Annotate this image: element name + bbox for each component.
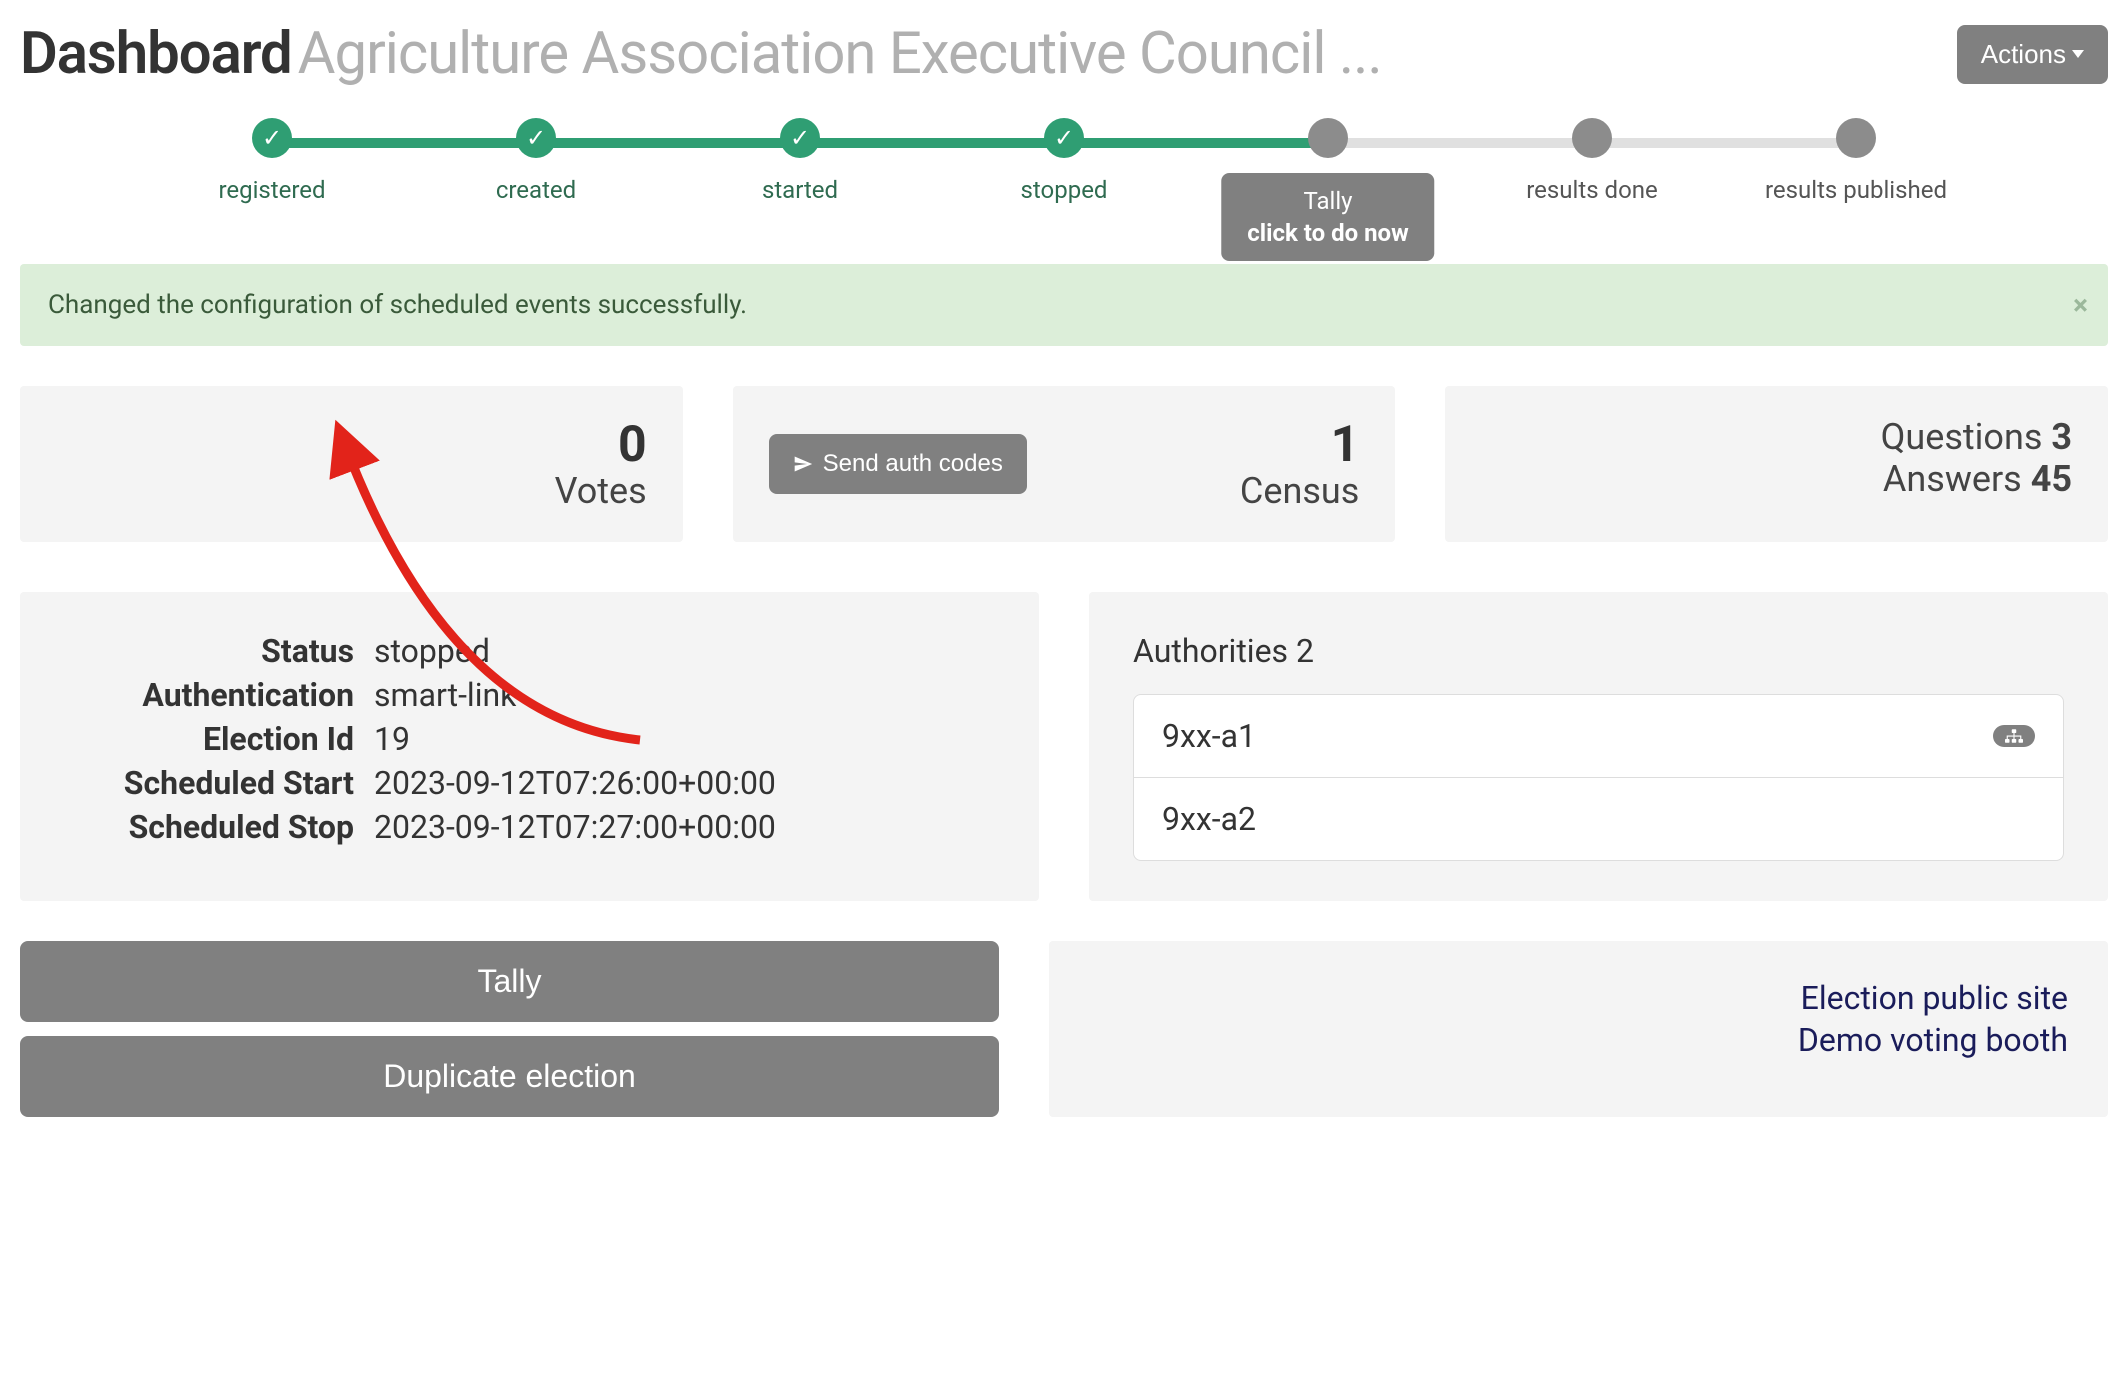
step-started: ✓ started xyxy=(668,118,932,204)
answers-label: Answers xyxy=(1883,458,2022,500)
scheduled-stop-label: Scheduled Stop xyxy=(64,808,374,846)
scheduled-start-label: Scheduled Start xyxy=(64,764,374,802)
actions-dropdown[interactable]: Actions xyxy=(1957,25,2108,84)
scheduled-start-value: 2023-09-12T07:26:00+00:00 xyxy=(374,764,995,802)
authority-name: 9xx-a2 xyxy=(1162,800,1256,838)
step-label: results published xyxy=(1765,176,1947,204)
actions-label: Actions xyxy=(1981,39,2066,70)
chevron-down-icon xyxy=(2072,50,2084,58)
step-label: results done xyxy=(1526,176,1657,204)
send-auth-label: Send auth codes xyxy=(823,450,1003,478)
page-subtitle: Agriculture Association Executive Counci… xyxy=(298,20,1382,88)
election-id-label: Election Id xyxy=(64,720,374,758)
scheduled-stop-value: 2023-09-12T07:27:00+00:00 xyxy=(374,808,995,846)
links-card: Election public site Demo voting booth xyxy=(1049,941,2108,1117)
step-tally[interactable]: Tally click to do now xyxy=(1196,118,1460,204)
votes-value: 0 xyxy=(56,416,647,474)
authorities-count: 2 xyxy=(1296,632,1314,670)
step-label: created xyxy=(496,176,576,204)
census-card: Send auth codes 1 Census xyxy=(733,386,1396,542)
success-alert: Changed the configuration of scheduled e… xyxy=(20,264,2108,346)
questions-answers-card: Questions 3 Answers 45 xyxy=(1445,386,2108,542)
election-public-site-link[interactable]: Election public site xyxy=(1089,979,2068,1017)
paper-plane-icon xyxy=(793,454,813,474)
authorities-label: Authorities xyxy=(1133,632,1288,670)
sitemap-icon[interactable] xyxy=(1993,725,2035,747)
step-label: stopped xyxy=(1021,176,1108,204)
votes-label: Votes xyxy=(56,470,647,512)
status-label: Status xyxy=(64,632,374,670)
progress-steps: ✓ registered ✓ created ✓ started ✓ stopp… xyxy=(140,118,1988,204)
step-created: ✓ created xyxy=(404,118,668,204)
authentication-value: smart-link xyxy=(374,676,995,714)
status-value: stopped xyxy=(374,632,995,670)
close-icon[interactable]: × xyxy=(2073,289,2088,322)
step-stopped: ✓ stopped xyxy=(932,118,1196,204)
authority-item: 9xx-a2 xyxy=(1134,778,2063,860)
votes-card: 0 Votes xyxy=(20,386,683,542)
page-header: Dashboard Agriculture Association Execut… xyxy=(20,20,1382,88)
authority-item: 9xx-a1 xyxy=(1134,695,2063,778)
alert-message: Changed the configuration of scheduled e… xyxy=(48,290,747,320)
election-id-value: 19 xyxy=(374,720,995,758)
step-label: started xyxy=(762,176,838,204)
page-title: Dashboard xyxy=(20,20,292,88)
step-registered: ✓ registered xyxy=(140,118,404,204)
tally-callout-sub: click to do now xyxy=(1247,219,1408,247)
duplicate-election-button[interactable]: Duplicate election xyxy=(20,1036,999,1117)
check-icon: ✓ xyxy=(1054,126,1074,150)
step-label: registered xyxy=(218,176,325,204)
authentication-label: Authentication xyxy=(64,676,374,714)
election-details-card: Status stopped Authentication smart-link… xyxy=(20,592,1039,901)
authority-name: 9xx-a1 xyxy=(1162,717,1256,755)
check-icon: ✓ xyxy=(790,126,810,150)
step-results-published: results published xyxy=(1724,118,1988,204)
check-icon: ✓ xyxy=(262,126,282,150)
questions-value: 3 xyxy=(2051,416,2072,458)
check-icon: ✓ xyxy=(526,126,546,150)
questions-label: Questions xyxy=(1881,416,2043,458)
send-auth-codes-button[interactable]: Send auth codes xyxy=(769,434,1027,494)
answers-value: 45 xyxy=(2031,458,2072,500)
authorities-card: Authorities 2 9xx-a1 9xx-a2 xyxy=(1089,592,2108,901)
tally-callout[interactable]: Tally click to do now xyxy=(1221,173,1434,261)
tally-button[interactable]: Tally xyxy=(20,941,999,1022)
demo-voting-booth-link[interactable]: Demo voting booth xyxy=(1089,1021,2068,1059)
authorities-list: 9xx-a1 9xx-a2 xyxy=(1133,694,2064,861)
step-results-done: results done xyxy=(1460,118,1724,204)
tally-callout-title: Tally xyxy=(1303,187,1352,215)
